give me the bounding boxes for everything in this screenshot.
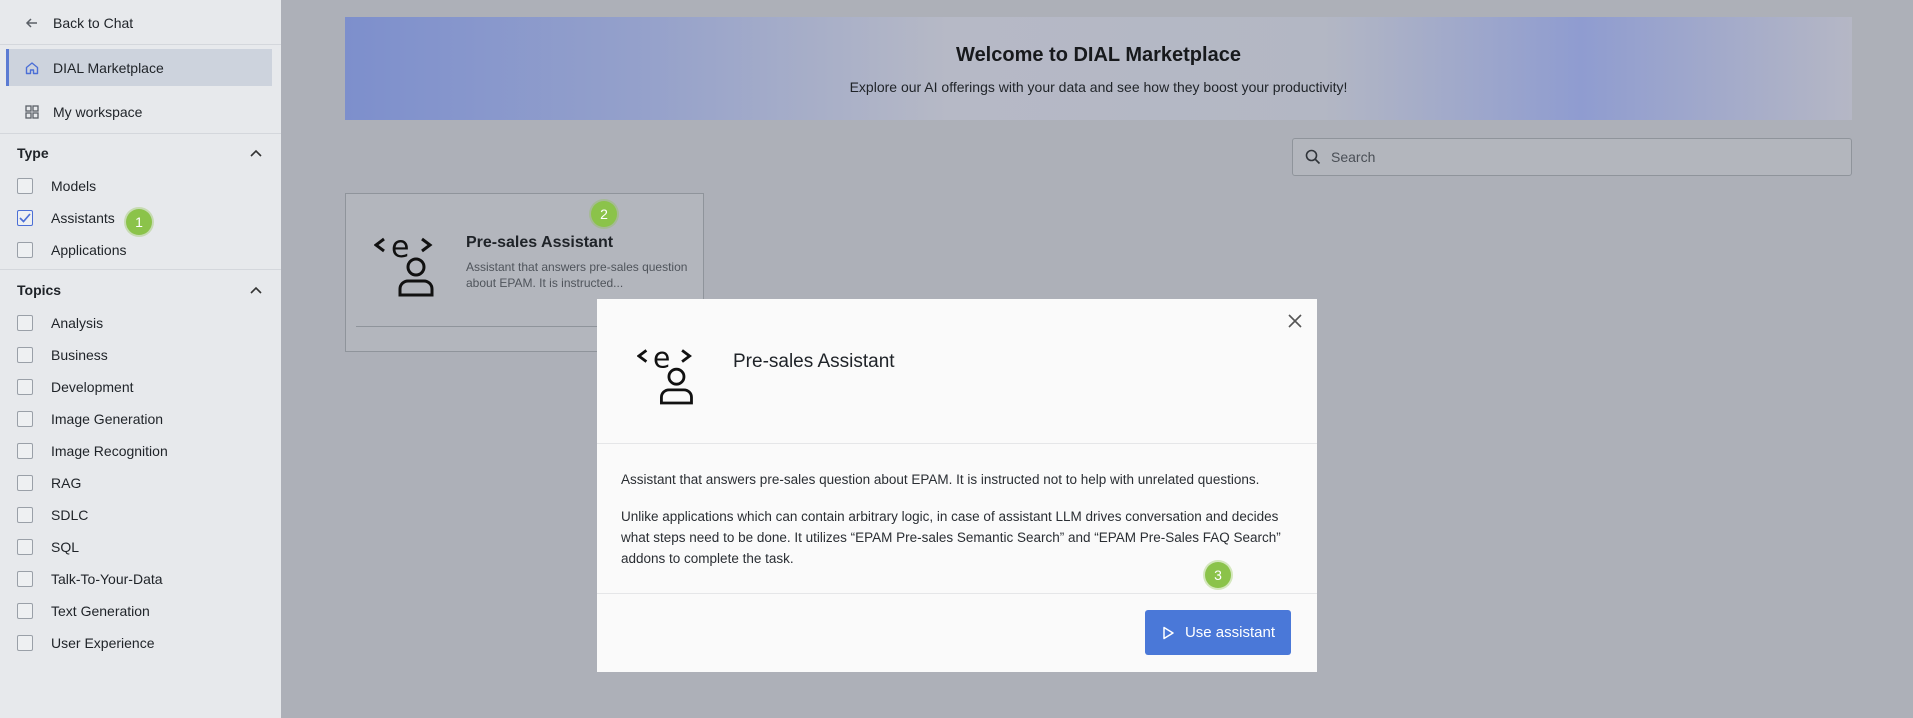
filter-label: Text Generation	[51, 603, 150, 619]
welcome-banner: Welcome to DIAL Marketplace Explore our …	[345, 17, 1852, 120]
checkbox[interactable]	[17, 315, 33, 331]
step-badge-3: 3	[1205, 562, 1231, 588]
divider	[597, 443, 1317, 444]
nav-my-workspace[interactable]: My workspace	[6, 93, 272, 130]
back-to-chat-label: Back to Chat	[53, 14, 134, 31]
banner-title: Welcome to DIAL Marketplace	[956, 44, 1241, 66]
filter-label: Talk-To-Your-Data	[51, 571, 163, 587]
filter-topic[interactable]: Talk-To-Your-Data	[17, 571, 163, 587]
type-section-header[interactable]: Type	[17, 145, 262, 161]
filter-topic[interactable]: Analysis	[17, 315, 103, 331]
svg-text:e: e	[653, 341, 670, 374]
filter-label: Business	[51, 347, 108, 363]
checkbox[interactable]	[17, 635, 33, 651]
arrow-left-icon	[23, 14, 41, 32]
card-title: Pre-sales Assistant	[466, 234, 614, 251]
topics-section-header[interactable]: Topics	[17, 282, 262, 298]
check-icon	[19, 213, 31, 223]
filter-topic[interactable]: Image Generation	[17, 411, 163, 427]
filter-label: Image Generation	[51, 411, 164, 427]
type-section-title: Type	[17, 145, 49, 161]
divider	[0, 44, 281, 45]
nav-dial-marketplace[interactable]: DIAL Marketplace	[6, 49, 272, 86]
search-placeholder: Search	[1331, 149, 1376, 165]
topics-section-title: Topics	[17, 282, 62, 298]
home-icon	[23, 59, 41, 77]
checkbox[interactable]	[17, 347, 33, 363]
checkbox[interactable]	[17, 242, 33, 258]
search-icon	[1305, 149, 1321, 165]
divider	[597, 593, 1317, 594]
step-badge-2: 2	[591, 201, 617, 227]
card-description: Assistant that answers pre-sales questio…	[466, 260, 688, 290]
filter-models[interactable]: Models	[17, 178, 96, 194]
assistant-logo-icon: e	[636, 339, 699, 410]
checkbox[interactable]	[17, 571, 33, 587]
filter-topic[interactable]: SDLC	[17, 507, 88, 523]
filter-label: SQL	[51, 539, 80, 555]
modal-description: Assistant that answers pre-sales questio…	[621, 472, 1260, 487]
nav-label: My workspace	[53, 103, 143, 120]
back-to-chat-link[interactable]: Back to Chat	[6, 4, 272, 41]
checkbox[interactable]	[17, 443, 33, 459]
divider	[0, 269, 281, 270]
assistant-logo-icon: e	[373, 227, 440, 302]
modal-title: Pre-sales Assistant	[733, 351, 895, 372]
filter-label: RAG	[51, 475, 82, 491]
filter-applications[interactable]: Applications	[17, 242, 127, 258]
step-badge-1: 1	[126, 209, 152, 235]
checkbox[interactable]	[17, 475, 33, 491]
divider	[0, 133, 281, 134]
filter-topic[interactable]: User Experience	[17, 635, 155, 651]
filter-topic[interactable]: Business	[17, 347, 108, 363]
banner-subtitle: Explore our AI offerings with your data …	[849, 79, 1348, 95]
checkbox[interactable]	[17, 539, 33, 555]
filter-topic[interactable]: SQL	[17, 539, 79, 555]
filter-label: SDLC	[51, 507, 89, 523]
close-icon	[1288, 314, 1302, 328]
filter-topic[interactable]: RAG	[17, 475, 81, 491]
svg-text:e: e	[391, 230, 409, 265]
modal-details: Unlike applications which can contain ar…	[621, 509, 1281, 566]
checkbox[interactable]	[17, 379, 33, 395]
filter-label: Models	[51, 178, 97, 194]
search-input[interactable]: Search	[1292, 138, 1852, 176]
checkbox[interactable]	[17, 178, 33, 194]
filter-topic[interactable]: Development	[17, 379, 134, 395]
filter-label: Image Recognition	[51, 443, 168, 459]
chevron-up-icon[interactable]	[250, 283, 262, 297]
filter-label: Analysis	[51, 315, 104, 331]
sidebar: Back to Chat DIAL Marketplace My workspa…	[0, 0, 281, 718]
filter-label: Development	[51, 379, 134, 395]
filter-assistants[interactable]: Assistants	[17, 210, 115, 226]
checkbox[interactable]	[17, 603, 33, 619]
chevron-up-icon[interactable]	[250, 146, 262, 160]
filter-label: Assistants	[51, 210, 115, 226]
use-assistant-label: Use assistant	[1184, 624, 1276, 641]
use-assistant-button[interactable]: Use assistant	[1145, 610, 1291, 655]
assistant-details-modal: e Pre-sales Assistant Assistant that ans…	[597, 299, 1317, 672]
filter-topic[interactable]: Text Generation	[17, 603, 150, 619]
checkbox-checked[interactable]	[17, 210, 33, 226]
filter-topic[interactable]: Image Recognition	[17, 443, 168, 459]
checkbox[interactable]	[17, 507, 33, 523]
grid-icon	[23, 103, 41, 121]
nav-label: DIAL Marketplace	[53, 59, 164, 76]
checkbox[interactable]	[17, 411, 33, 427]
filter-label: User Experience	[51, 635, 155, 651]
play-icon	[1161, 626, 1175, 640]
close-button[interactable]	[1283, 309, 1307, 333]
filter-label: Applications	[51, 242, 127, 258]
